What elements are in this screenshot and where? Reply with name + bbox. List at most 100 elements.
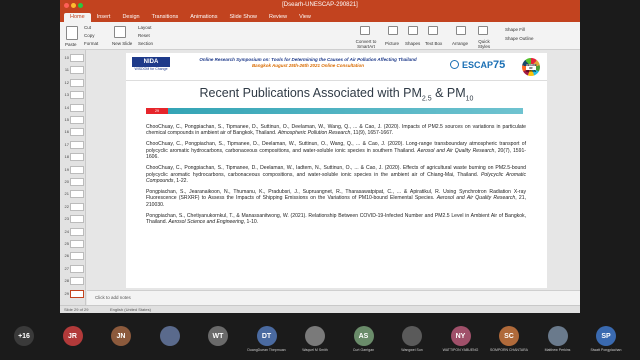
quick-styles-icon[interactable]	[478, 26, 488, 35]
participant-tile[interactable]: AS Curt Garrigan	[344, 326, 384, 352]
symposium-line-2: Bangkok August 25th-26th 2021 Online Con…	[251, 63, 365, 68]
section-button[interactable]: Section	[138, 41, 153, 46]
participant-name: Curt Garrigan	[352, 348, 375, 352]
new-slide-icon[interactable]	[114, 26, 126, 38]
slide-thumbnail[interactable]	[70, 227, 84, 236]
picture-button[interactable]: Picture	[385, 41, 399, 46]
slide-thumbnail[interactable]	[70, 54, 84, 62]
notes-pane[interactable]: Click to add notes	[87, 290, 580, 305]
reference-entry: Pongpiachan, S., Jearanaikoon, N., Thuma…	[146, 189, 526, 208]
slide-header: NIDA WISDOM for Change Online Research S…	[126, 53, 547, 81]
title-bar: [Dsearh-UNESCAP-290821]	[60, 0, 580, 11]
cut-button[interactable]: Cut	[84, 25, 91, 30]
format-button[interactable]: Format	[84, 41, 98, 46]
slide-number-badge: 29	[146, 108, 168, 114]
slide-title: Recent Publications Associated with PM2.…	[199, 86, 474, 103]
avatar: JR	[62, 326, 83, 346]
slide-thumbnail[interactable]	[70, 277, 84, 286]
thumbnail-number: 29	[64, 290, 69, 296]
journal-name: Atmospheric Pollution Research	[277, 130, 351, 137]
slide-thumbnail[interactable]	[70, 215, 84, 224]
arrange-button[interactable]: Arrange	[452, 41, 468, 46]
participant-tile[interactable]: WT	[198, 326, 238, 348]
quick-styles-button[interactable]: Quick Styles	[474, 39, 494, 49]
slide-thumbnail[interactable]	[70, 252, 84, 261]
thumbnail-number: 16	[64, 129, 69, 135]
participant-tile[interactable]: Matthew Perkins	[538, 326, 578, 352]
slide-thumbnail[interactable]	[70, 165, 84, 174]
participant-tile[interactable]: +16	[4, 326, 44, 348]
slide-thumbnail[interactable]	[70, 289, 84, 298]
thumbnail-number: 11	[64, 67, 69, 73]
paste-icon[interactable]	[66, 26, 78, 40]
shapes-icon[interactable]	[408, 26, 418, 35]
slide-thumbnail[interactable]	[70, 78, 84, 87]
layout-button[interactable]: Layout	[138, 25, 152, 30]
slide-thumbnail[interactable]	[70, 116, 84, 124]
thumbnail-number: 25	[64, 241, 69, 246]
un-emblem-icon	[450, 60, 459, 69]
slide-thumbnail[interactable]	[70, 140, 84, 149]
text-box-button[interactable]: Text Box	[425, 41, 442, 46]
participant-tile[interactable]: Waquel M Smith	[295, 326, 335, 352]
journal-name: Aerosol Science and Engineering	[168, 219, 244, 226]
thumbnail-number: 13	[64, 92, 69, 98]
thumbnail-number: 17	[64, 141, 69, 147]
participant-tile[interactable]: Wangwei Sun	[392, 326, 432, 352]
shapes-button[interactable]: Shapes	[405, 41, 420, 46]
paste-label[interactable]: Paste	[65, 42, 77, 47]
tab-view[interactable]: View	[293, 13, 317, 22]
participant-tile[interactable]	[150, 326, 190, 348]
picture-icon[interactable]	[388, 26, 398, 35]
tab-animations[interactable]: Animations	[184, 13, 223, 22]
slide-thumbnail[interactable]	[70, 66, 84, 75]
avatar	[159, 326, 180, 346]
participant-tile[interactable]: JR	[53, 326, 93, 348]
shape-outline-button[interactable]: Shape Outline	[505, 36, 534, 41]
reference-entry: ChooChuay, C., Pongpiachan, S., Tipmanee…	[146, 141, 526, 161]
tab-transitions[interactable]: Transitions	[146, 13, 185, 22]
tab-review[interactable]: Review	[263, 13, 293, 22]
copy-button[interactable]: Copy	[84, 33, 95, 38]
shape-fill-button[interactable]: Shape Fill	[505, 27, 525, 32]
journal-name: Aerosol and Air Quality Research	[417, 147, 495, 154]
participant-tile[interactable]: NY WATTIPON YABUENG	[441, 326, 481, 352]
thumbnail-number: 23	[64, 216, 69, 222]
new-slide-button[interactable]: New Slide	[112, 41, 132, 46]
tab-home[interactable]: Home	[64, 13, 91, 22]
arrange-icon[interactable]	[456, 26, 466, 35]
participant-tile[interactable]: SP Siwatt Pongpiachan	[586, 326, 626, 352]
participant-tile[interactable]: DT DuangDuean Thepmuan	[247, 326, 287, 352]
avatar	[305, 326, 325, 346]
tab-design[interactable]: Design	[116, 13, 145, 22]
current-slide[interactable]: NIDA WISDOM for Change Online Research S…	[126, 53, 547, 288]
convert-smartart-button[interactable]: Convert to SmartArt	[352, 39, 380, 49]
slide-count: Slide 29 of 29	[64, 307, 89, 312]
tab-insert[interactable]: Insert	[91, 13, 117, 22]
slide-thumbnail[interactable]	[70, 202, 84, 211]
participant-tile[interactable]: SC SOMPORN CHANTARA	[489, 326, 529, 352]
slide-thumbnail[interactable]	[70, 178, 84, 186]
thumbnail-number: 12	[64, 79, 69, 85]
slide-thumbnail[interactable]	[70, 153, 84, 162]
sdg-label: DECADE OF ACTION	[526, 64, 537, 73]
status-bar: Slide 29 of 29 English (United States)	[60, 305, 580, 313]
slide-thumbnail[interactable]	[70, 264, 84, 273]
thumbnail-number: 26	[64, 253, 69, 259]
avatar: +16	[14, 326, 34, 346]
slide-thumbnail[interactable]	[70, 190, 84, 199]
slide-thumbnail[interactable]	[70, 240, 84, 248]
avatar	[547, 326, 568, 346]
slide-thumbnail[interactable]	[70, 128, 84, 137]
smartart-icon[interactable]	[360, 26, 370, 35]
tab-slide-show[interactable]: Slide Show	[223, 13, 263, 22]
nida-logo: NIDA WISDOM for Change	[132, 57, 170, 73]
participant-strip: +16 JR JN WT DT DuangDuean Thepmuan Waquel M S…	[0, 326, 640, 360]
text-box-icon[interactable]	[428, 26, 438, 35]
thumbnail-number: 10	[64, 55, 69, 60]
participant-tile[interactable]: JN	[101, 326, 141, 348]
reset-button[interactable]: Reset	[138, 33, 150, 38]
slide-thumbnail[interactable]	[70, 103, 84, 112]
avatar: WT	[208, 326, 228, 346]
slide-thumbnail[interactable]	[70, 91, 84, 100]
